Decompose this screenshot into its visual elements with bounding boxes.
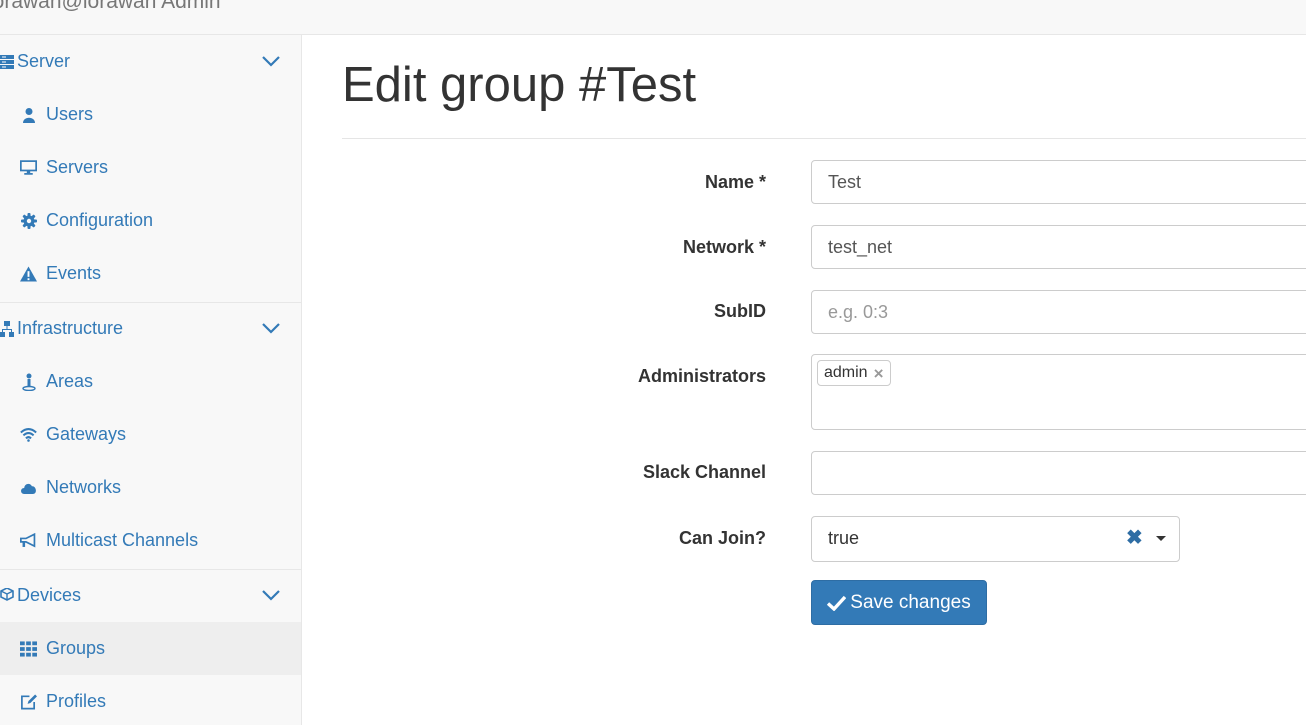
select-value: true bbox=[828, 528, 860, 548]
server-icon bbox=[0, 53, 14, 70]
sidebar-item-events[interactable]: Events bbox=[0, 247, 301, 300]
user-icon bbox=[20, 106, 37, 123]
sidebar-item-label: Networks bbox=[46, 477, 122, 497]
subid-label: SubID bbox=[714, 301, 766, 321]
navbar: lorawan@lorawan Admin bbox=[0, 0, 1306, 35]
subid-input[interactable] bbox=[811, 290, 1306, 334]
sidebar-item-multicast-channels[interactable]: Multicast Channels bbox=[0, 514, 301, 567]
sidebar-section-devices[interactable]: Devices bbox=[0, 569, 301, 622]
wifi-icon bbox=[20, 426, 37, 443]
sidebar-item-groups[interactable]: Groups bbox=[0, 622, 301, 675]
administrators-tag-input[interactable]: admin × bbox=[811, 354, 1306, 430]
tag-label: admin bbox=[824, 364, 868, 381]
clear-icon[interactable]: ✖ bbox=[1126, 528, 1143, 548]
app-brand[interactable]: lorawan@lorawan Admin bbox=[0, 0, 221, 14]
can-join-label: Can Join? bbox=[678, 528, 766, 548]
chevron-down-icon[interactable] bbox=[261, 51, 281, 71]
sidebar-item-label: Users bbox=[46, 104, 94, 124]
sidebar-section-infrastructure[interactable]: Infrastructure bbox=[0, 302, 301, 355]
cloud-icon bbox=[20, 479, 37, 496]
slack-channel-label: Slack Channel bbox=[642, 462, 766, 482]
grid-icon bbox=[20, 640, 37, 657]
sitemap-icon bbox=[0, 320, 14, 337]
name-label: Name * bbox=[704, 172, 766, 192]
map-marker-icon bbox=[20, 373, 37, 391]
name-input[interactable] bbox=[811, 160, 1306, 204]
desktop-icon bbox=[20, 159, 37, 176]
chevron-down-icon[interactable] bbox=[261, 318, 281, 338]
sidebar-item-networks[interactable]: Networks bbox=[0, 461, 301, 514]
sidebar: Server Users Servers Configuration Event… bbox=[0, 35, 302, 725]
bullhorn-icon bbox=[20, 532, 37, 549]
sidebar-item-label: Servers bbox=[46, 157, 109, 177]
cubes-icon bbox=[0, 587, 14, 604]
administrators-label: Administrators bbox=[637, 366, 766, 386]
sidebar-item-label: Profiles bbox=[46, 691, 107, 711]
sidebar-item-label: Gateways bbox=[46, 424, 127, 444]
sidebar-item-users[interactable]: Users bbox=[0, 88, 301, 141]
main-content: Edit group #Test Name * Network * SubID … bbox=[302, 35, 1306, 725]
save-button-label: Save changes bbox=[850, 591, 971, 613]
sidebar-item-label: Multicast Channels bbox=[46, 530, 199, 550]
sidebar-section-server[interactable]: Server bbox=[0, 35, 301, 88]
sidebar-item-label: Configuration bbox=[46, 210, 154, 230]
sidebar-item-configuration[interactable]: Configuration bbox=[0, 194, 301, 247]
page-title: Edit group #Test bbox=[342, 58, 697, 112]
sidebar-item-profiles[interactable]: Profiles bbox=[0, 675, 301, 728]
can-join-select[interactable]: true ✖ bbox=[811, 516, 1180, 562]
cog-icon bbox=[20, 212, 37, 229]
sidebar-item-label: Events bbox=[46, 263, 102, 283]
sidebar-section-label: Infrastructure bbox=[17, 318, 124, 338]
remove-tag-icon[interactable]: × bbox=[874, 365, 884, 382]
title-divider bbox=[342, 138, 1306, 139]
sidebar-item-gateways[interactable]: Gateways bbox=[0, 408, 301, 461]
sidebar-item-areas[interactable]: Areas bbox=[0, 355, 301, 408]
admin-tag: admin × bbox=[817, 360, 891, 386]
edit-icon bbox=[20, 693, 37, 710]
chevron-down-icon[interactable] bbox=[261, 585, 281, 605]
sidebar-item-servers[interactable]: Servers bbox=[0, 141, 301, 194]
check-icon bbox=[827, 595, 847, 611]
dropdown-arrow-icon[interactable] bbox=[1156, 536, 1166, 541]
network-input[interactable] bbox=[811, 225, 1306, 269]
warning-icon bbox=[20, 265, 37, 282]
sidebar-item-label: Groups bbox=[46, 638, 106, 658]
sidebar-section-label: Server bbox=[17, 51, 71, 71]
sidebar-item-label: Areas bbox=[46, 371, 94, 391]
save-changes-button[interactable]: Save changes bbox=[811, 580, 987, 625]
sidebar-section-label: Devices bbox=[17, 585, 82, 605]
slack-channel-input[interactable] bbox=[811, 451, 1306, 495]
network-label: Network * bbox=[682, 237, 766, 257]
